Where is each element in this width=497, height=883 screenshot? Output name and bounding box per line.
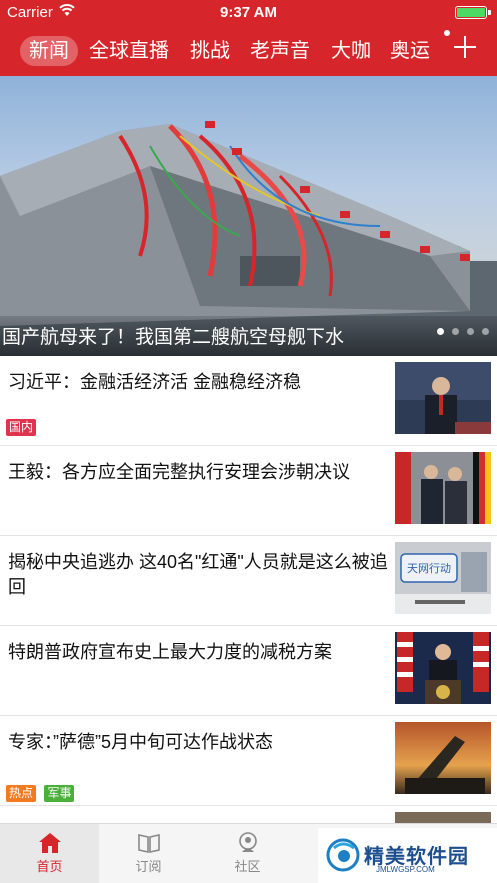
news-thumbnail [395,452,491,524]
news-tags: 国内 [6,418,40,436]
watermark-logo: 精美软件园 JMLWGSP.COM [318,828,497,883]
battery-icon [455,6,491,19]
watermark-emblem-icon [326,838,360,872]
headline-banner[interactable]: 国产航母来了！我国第二艘航空母舰下水 [0,76,497,356]
news-thumbnail [395,362,491,434]
tab-community[interactable]: 社区 [198,824,297,883]
tab-home-label: 首页 [36,859,63,874]
tag-badge: 国内 [6,419,37,436]
home-icon [38,833,61,853]
news-title: 专家：”萨德”5月中旬可达作战状态 [8,732,273,752]
tab-news[interactable]: 新闻 [20,36,78,66]
news-thumbnail [395,632,491,704]
svg-text:天网行动: 天网行动 [407,562,451,575]
banner-caption: 国产航母来了！我国第二艘航空母舰下水 [2,327,345,348]
tab-subscribe[interactable]: 订阅 [99,824,198,883]
watermark-subtext: JMLWGSP.COM [376,865,435,874]
tab-home[interactable]: 首页 [0,824,99,883]
aircraft-carrier-image [0,121,497,356]
news-item[interactable]: 特朗普政府宣布史上最大力度的减税方案 [0,626,497,716]
pager-dot[interactable] [467,328,474,335]
news-item[interactable]: 王毅：各方应全面完整执行安理会涉朝决议 [0,446,497,536]
app-header: Carrier 9:37 AM 新闻 全球直播 挑战 老声音 大咖 奥运 [0,0,497,76]
news-thumbnail [395,722,491,794]
status-bar: Carrier 9:37 AM [0,0,497,24]
banner-pager [429,322,489,340]
banner-caption-bar: 国产航母来了！我国第二艘航空母舰下水 [0,316,497,356]
news-title: 习近平：金融活经济活 金融稳经济稳 [8,372,301,392]
news-title: 揭秘中央追逃办 这40名"红通"人员就是这么被追回 [8,552,388,597]
tab-global-live[interactable]: 全球直播 [89,36,169,66]
tag-badge: 热点 [6,785,37,802]
add-channel-icon[interactable] [453,35,477,59]
book-icon [137,834,160,853]
tab-challenge[interactable]: 挑战 [190,36,230,66]
community-icon [238,832,257,852]
tab-subscribe-label: 订阅 [135,859,162,874]
pager-dot[interactable] [452,328,459,335]
notification-dot [444,30,450,36]
tag-badge: 军事 [44,785,75,802]
tab-community-label: 社区 [234,859,261,874]
news-title: 王毅：各方应全面完整执行安理会涉朝决议 [8,462,350,482]
news-thumbnail: 天网行动 [395,542,491,614]
channel-tabs: 新闻 全球直播 挑战 老声音 大咖 奥运 [0,30,497,72]
pager-dot[interactable] [437,328,444,335]
news-tags: 热点 军事 [6,784,78,802]
news-item[interactable]: 习近平：金融活经济活 金融稳经济稳 国内 [0,356,497,446]
tab-big-shots[interactable]: 大咖 [331,36,371,66]
pager-dot[interactable] [482,328,489,335]
news-title: 特朗普政府宣布史上最大力度的减税方案 [8,642,332,662]
next-item-thumbnail-peek [395,812,491,823]
clock: 9:37 AM [220,4,277,21]
tab-old-voices[interactable]: 老声音 [250,36,310,66]
tab-olympics[interactable]: 奥运 [390,36,430,66]
news-item[interactable]: 专家：”萨德”5月中旬可达作战状态 热点 军事 [0,716,497,806]
news-item[interactable]: 揭秘中央追逃办 这40名"红通"人员就是这么被追回 天网行动 [0,536,497,626]
